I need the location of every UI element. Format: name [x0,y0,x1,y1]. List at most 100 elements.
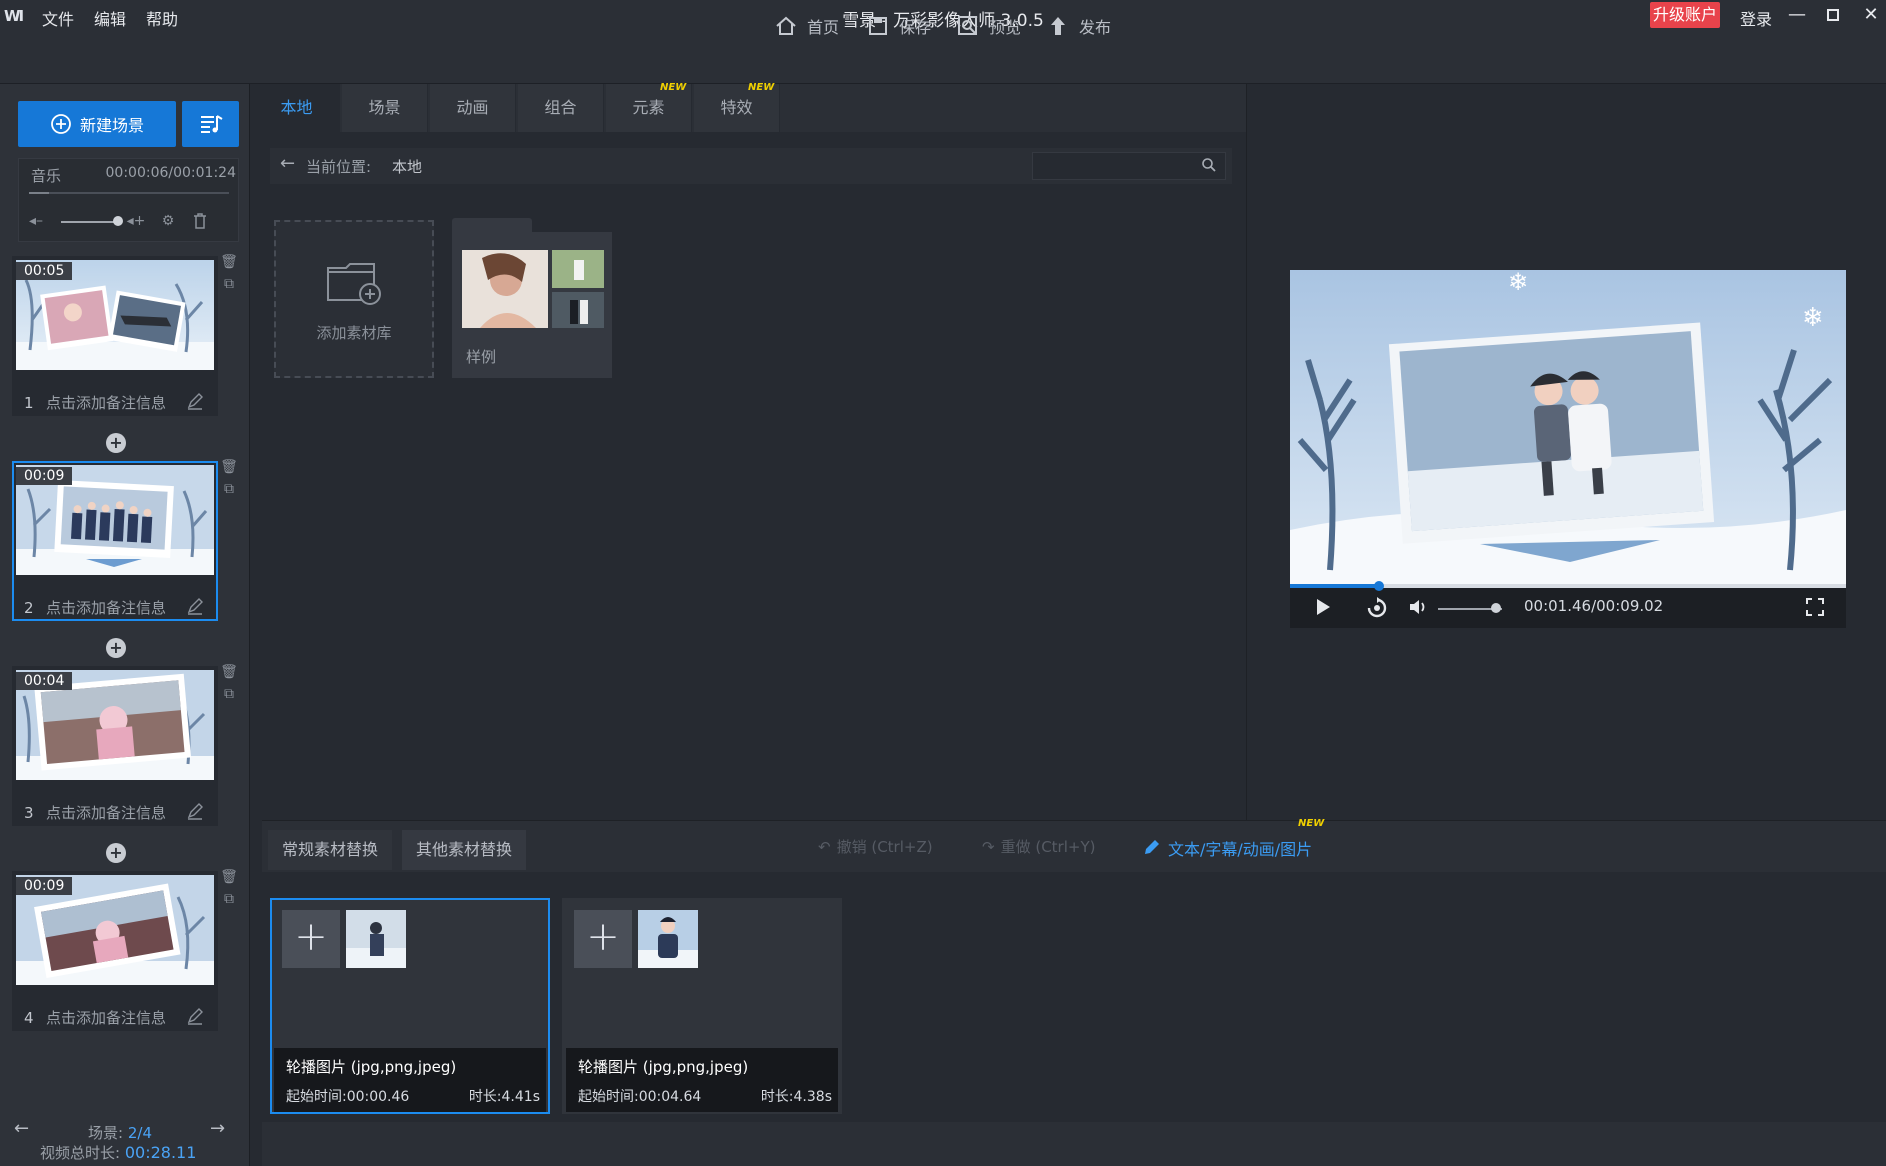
save-label: 保存 [899,18,932,37]
playback-progress-bar[interactable] [1290,581,1846,591]
resource-panel [262,84,1246,820]
previous-scene-arrow-icon[interactable]: ← [14,1118,29,1139]
add-scene-icon[interactable]: + [106,433,126,453]
minimize-icon[interactable]: — [1782,2,1812,28]
preview-canvas[interactable]: ❄ ❄ [1290,270,1846,584]
plus-circle-icon [51,114,71,134]
next-scene-arrow-icon[interactable]: → [210,1118,225,1139]
tab-combination[interactable]: 组合 [518,84,604,132]
scene-card-1[interactable]: 00:05 1 点击添加备注信息 [12,256,218,416]
delete-scene-icon[interactable]: 🗑 [220,869,238,887]
replace-start-time: 起始时间:00:00.46 [286,1089,410,1105]
back-arrow-icon[interactable]: ← [280,153,295,174]
music-volume-knob[interactable] [113,216,123,226]
add-library-label: 添加素材库 [316,324,392,342]
scene-index: 4 [24,1009,34,1027]
music-volume-slider[interactable] [61,221,117,223]
music-progress-bar[interactable] [29,192,229,194]
gear-icon[interactable]: ⚙ [155,209,181,233]
breadcrumb-label: 当前位置: [306,158,372,176]
undo-label: 撤销 (Ctrl+Z) [836,838,933,856]
sample-folder-label: 样例 [466,348,497,366]
trash-icon[interactable] [187,209,213,233]
pencil-icon[interactable] [186,392,204,410]
replace-thumbnail[interactable] [346,910,406,968]
delete-scene-icon[interactable]: 🗑 [220,459,238,477]
preview-button[interactable]: 预览 [956,12,1021,40]
replace-duration: 时长:4.41s [468,1089,540,1105]
maximize-icon[interactable] [1818,2,1848,28]
scene-note[interactable]: 点击添加备注信息 [46,597,166,618]
music-track: 音乐 00:00:06/00:01:24 ◂– ◂+ ⚙ [18,158,239,242]
volume-up-icon[interactable]: ◂+ [123,209,149,233]
play-icon[interactable] [1314,598,1332,616]
publish-button[interactable]: 发布 [1046,12,1111,40]
pencil-icon[interactable] [186,1007,204,1025]
playback-progress-knob[interactable] [1373,581,1384,591]
scene-card-2[interactable]: 00:09 2 点击添加备注信息 [12,461,218,621]
total-duration-value: 00:28.11 [124,1143,197,1162]
new-scene-button[interactable]: 新建场景 [18,101,176,147]
undo-button[interactable]: ↶ 撤销 (Ctrl+Z) [818,836,933,857]
music-label: 音乐 [31,167,62,185]
tab-other-replace[interactable]: 其他素材替换 [402,830,527,870]
delete-scene-icon[interactable]: 🗑 [220,254,238,272]
resource-search-input[interactable] [1032,152,1226,180]
add-scene-icon[interactable]: + [106,638,126,658]
copy-scene-icon[interactable]: ⧉ [220,481,238,499]
replace-start-time: 起始时间:00:04.64 [578,1089,702,1105]
tab-regular-replace[interactable]: 常规素材替换 [268,830,393,870]
sample-folder[interactable]: 样例 [452,232,612,378]
preview-icon [958,16,977,35]
redo-label: 重做 (Ctrl+Y) [1000,838,1096,856]
scene-card-4[interactable]: 00:09 4 点击添加备注信息 [12,871,218,1031]
replace-info: 轮播图片 (jpg,png,jpeg) 起始时间:00:00.46 时长:4.4… [274,1048,546,1112]
tab-scenes[interactable]: 场景 [342,84,428,132]
total-duration: 视频总时长: 00:28.11 [40,1142,196,1163]
volume-icon[interactable] [1408,598,1428,616]
tab-local[interactable]: 本地 [254,84,340,132]
search-icon[interactable] [1201,157,1217,173]
close-icon[interactable]: ✕ [1856,2,1886,28]
publish-label: 发布 [1079,18,1112,37]
replace-card-2[interactable]: + 轮播图片 (jpg,png,jpeg) 起始时间:00:04.64 时长:4… [562,898,842,1114]
add-image-button[interactable]: + [574,910,632,968]
scene-duration: 00:09 [16,877,73,895]
home-button[interactable]: 首页 [774,12,839,40]
add-image-button[interactable]: + [282,910,340,968]
add-library-button[interactable]: 添加素材库 [274,220,434,378]
playback-time: 00:01.46/00:09.02 [1524,597,1664,615]
fullscreen-icon[interactable] [1806,598,1824,616]
music-list-button[interactable] [182,101,239,147]
text-subtitle-edit-button[interactable]: 文本/字幕/动画/图片 [1142,836,1312,860]
scene-card-3[interactable]: 00:04 3 点击添加备注信息 [12,666,218,826]
horizontal-scrollbar[interactable] [262,1122,1886,1136]
replace-thumbnail[interactable] [638,910,698,968]
breadcrumb-value: 本地 [392,158,423,176]
pencil-icon[interactable] [186,802,204,820]
text-edit-label: 文本/字幕/动画/图片 [1168,840,1313,859]
scene-note[interactable]: 点击添加备注信息 [46,392,166,413]
delete-scene-icon[interactable]: 🗑 [220,664,238,682]
login-button[interactable]: 登录 [1740,6,1772,30]
copy-scene-icon[interactable]: ⧉ [220,686,238,704]
replace-type: 轮播图片 (jpg,png,jpeg) [286,1058,457,1076]
scene-note[interactable]: 点击添加备注信息 [46,1007,166,1028]
home-icon [776,16,796,35]
scene-count-value: 2/4 [127,1124,152,1142]
save-button[interactable]: 保存 [866,12,931,40]
tab-animation[interactable]: 动画 [430,84,516,132]
copy-scene-icon[interactable]: ⧉ [220,276,238,294]
replay-icon[interactable] [1366,597,1388,619]
scene-note[interactable]: 点击添加备注信息 [46,802,166,823]
replace-card-1[interactable]: + 轮播图片 (jpg,png,jpeg) 起始时间:00:00.46 时长:4… [270,898,550,1114]
redo-button[interactable]: ↷ 重做 (Ctrl+Y) [982,836,1095,857]
home-label: 首页 [807,18,840,37]
volume-down-icon[interactable]: ◂– [23,209,49,233]
add-scene-icon[interactable]: + [106,843,126,863]
copy-scene-icon[interactable]: ⧉ [220,891,238,909]
pencil-icon[interactable] [186,597,204,615]
new-badge: NEW [1298,818,1325,829]
upgrade-account-button[interactable]: 升级账户 [1650,2,1720,28]
volume-knob[interactable] [1490,603,1501,613]
